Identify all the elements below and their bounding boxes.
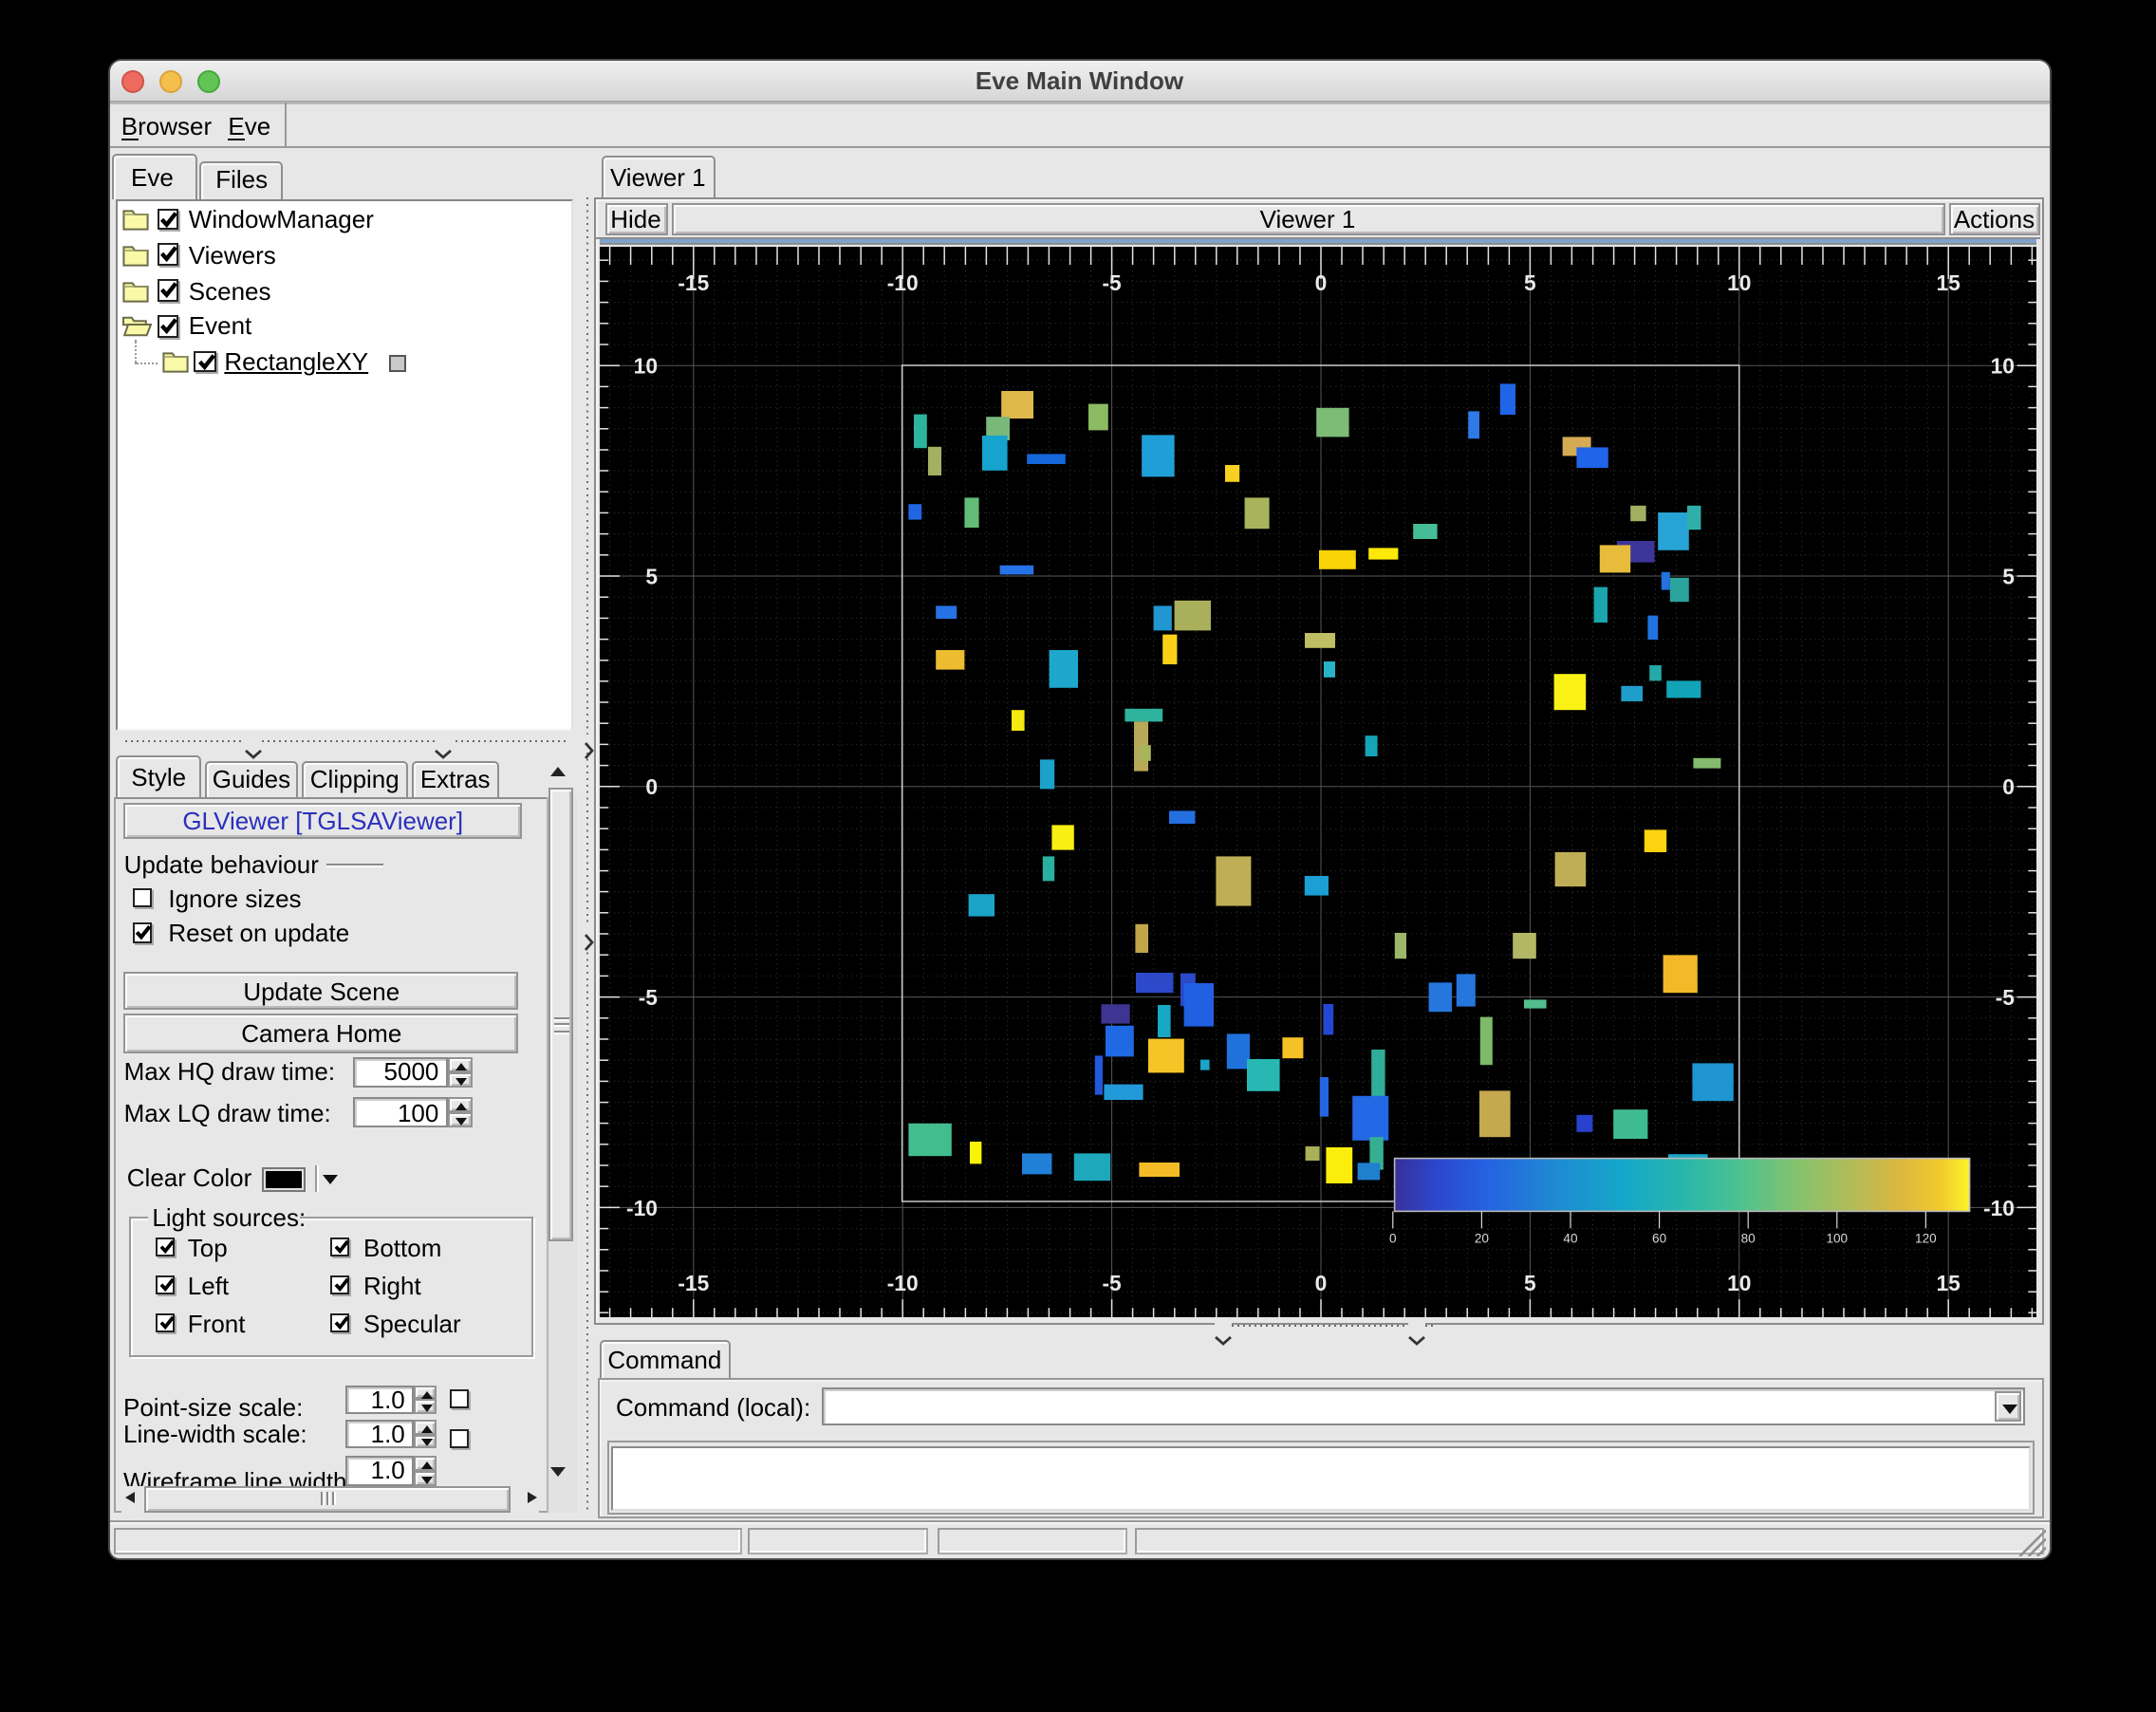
svg-text:40: 40 bbox=[1563, 1230, 1578, 1244]
svg-text:-10: -10 bbox=[1983, 1195, 2015, 1219]
svg-text:-15: -15 bbox=[678, 1270, 709, 1294]
svg-text:15: 15 bbox=[1937, 1270, 1961, 1294]
svg-text:-10: -10 bbox=[626, 1195, 658, 1219]
svg-text:5: 5 bbox=[2002, 563, 2015, 587]
svg-text:-5: -5 bbox=[639, 984, 659, 1009]
svg-text:5: 5 bbox=[1524, 1270, 1536, 1294]
svg-text:-5: -5 bbox=[1996, 984, 2016, 1009]
svg-text:0: 0 bbox=[1315, 270, 1328, 294]
svg-text:-15: -15 bbox=[678, 270, 709, 294]
svg-text:-10: -10 bbox=[887, 1270, 919, 1294]
svg-text:-10: -10 bbox=[887, 270, 919, 294]
svg-text:10: 10 bbox=[1991, 353, 2015, 378]
svg-text:10: 10 bbox=[1727, 270, 1751, 294]
svg-text:10: 10 bbox=[1727, 1270, 1751, 1294]
svg-text:10: 10 bbox=[634, 353, 658, 378]
svg-text:0: 0 bbox=[1315, 1270, 1328, 1294]
svg-text:15: 15 bbox=[1937, 270, 1961, 294]
svg-text:80: 80 bbox=[1741, 1230, 1756, 1244]
svg-text:20: 20 bbox=[1475, 1230, 1490, 1244]
svg-text:0: 0 bbox=[1389, 1230, 1397, 1244]
svg-text:5: 5 bbox=[1524, 270, 1536, 294]
svg-text:120: 120 bbox=[1915, 1230, 1937, 1244]
svg-text:100: 100 bbox=[1826, 1230, 1848, 1244]
svg-text:0: 0 bbox=[645, 773, 658, 798]
svg-text:-5: -5 bbox=[1102, 270, 1122, 294]
svg-text:0: 0 bbox=[2002, 773, 2015, 798]
svg-text:5: 5 bbox=[645, 563, 658, 587]
svg-text:60: 60 bbox=[1652, 1230, 1667, 1244]
svg-text:-5: -5 bbox=[1102, 1270, 1122, 1294]
